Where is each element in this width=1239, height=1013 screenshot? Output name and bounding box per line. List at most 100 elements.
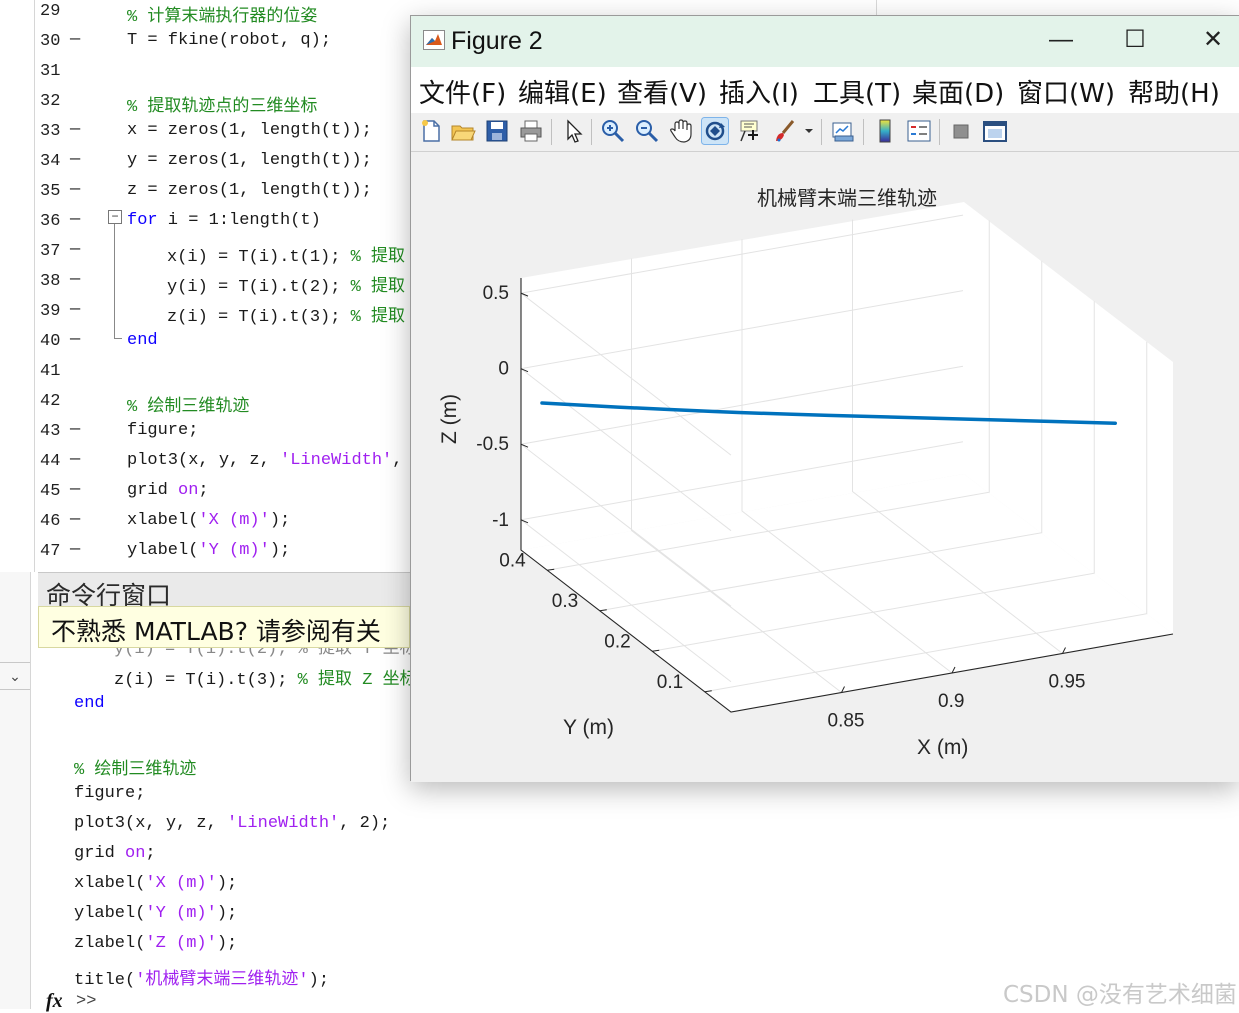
z-tick-label: 0 <box>498 359 509 380</box>
code-token: ); <box>216 874 238 893</box>
getting-started-text: 不熟悉 MATLAB? 请参阅有关 <box>51 617 381 646</box>
code-token: % 提取 Z 坐标 <box>297 671 417 690</box>
open-file-icon[interactable] <box>449 117 477 145</box>
toolbar-separator <box>821 119 822 145</box>
menu-view[interactable]: 查看(V) <box>617 73 707 110</box>
code-token: , 2); <box>339 814 391 833</box>
code-token: y(i) = T(i).t(2); % 提取 Y 坐标 <box>114 648 417 659</box>
zoom-out-icon[interactable] <box>633 117 661 145</box>
menu-help[interactable]: 帮助(H) <box>1128 73 1220 110</box>
link-plot-icon[interactable] <box>829 117 857 145</box>
colorbar-icon[interactable] <box>871 117 899 145</box>
code-token: 'X (m)' <box>198 511 270 530</box>
function-browser-icon[interactable]: fx <box>46 990 63 1013</box>
x-tick-label: 0.9 <box>938 691 964 712</box>
executable-line-marker[interactable]: — <box>70 300 80 319</box>
code-token: title( <box>74 971 136 990</box>
chevron-down-icon[interactable] <box>803 117 815 145</box>
command-prompt[interactable]: >> <box>76 992 96 1011</box>
code-token: 'X (m)' <box>145 874 217 893</box>
code-token: z(i) = T(i).t(3); <box>114 671 298 690</box>
save-icon[interactable] <box>483 117 511 145</box>
zoom-in-icon[interactable] <box>599 117 627 145</box>
code-token: 'Y (m)' <box>145 904 217 923</box>
command-history-line: z(i) = T(i).t(3); % 提取 Z 坐标 <box>114 664 417 690</box>
getting-started-banner: 不熟悉 MATLAB? 请参阅有关 <box>38 606 410 648</box>
code-token: plot3(x, y, z, <box>127 451 281 470</box>
close-button[interactable]: ✕ <box>1193 24 1233 56</box>
maximize-button[interactable]: ☐ <box>1115 24 1155 56</box>
executable-line-marker[interactable]: — <box>70 180 80 199</box>
executable-line-marker[interactable]: — <box>70 150 80 169</box>
code-text: plot3(x, y, z, 'LineWidth', 2 <box>127 451 423 470</box>
code-token: 'LineWidth' <box>227 814 340 833</box>
code-token: figure; <box>74 784 146 803</box>
menu-insert[interactable]: 插入(I) <box>719 73 799 110</box>
side-panel: ⌄ <box>0 572 31 1009</box>
code-token: 'Z (m)' <box>145 934 217 953</box>
menu-desktop[interactable]: 桌面(D) <box>912 73 1004 110</box>
executable-line-marker[interactable]: — <box>70 120 80 139</box>
figure-toolbar <box>411 113 1239 152</box>
pan-icon[interactable] <box>667 117 695 145</box>
axes-area[interactable]: 0.85 0.9 0.95 0.1 0.2 0.3 0.4 0.5 0 -0.5 -1 X (m) Y … <box>411 152 1239 782</box>
executable-line-marker[interactable]: — <box>70 450 80 469</box>
menu-file[interactable]: 文件(F) <box>419 73 506 110</box>
code-token: xlabel( <box>127 511 199 530</box>
minimize-button[interactable]: — <box>1041 24 1081 56</box>
print-icon[interactable] <box>517 117 545 145</box>
plot-3d[interactable]: 0.85 0.9 0.95 0.1 0.2 0.3 0.4 0.5 0 -0.5 -1 X (m) Y … <box>411 152 1239 782</box>
data-cursor-icon[interactable] <box>735 117 763 145</box>
code-token: y = zeros(1, length(t)); <box>127 151 372 170</box>
show-plot-tools-icon[interactable] <box>981 117 1009 145</box>
code-token: ); <box>269 511 291 530</box>
code-token: T = fkine(robot, q); <box>127 31 332 50</box>
code-token: grid <box>127 481 179 500</box>
code-token: ); <box>216 904 238 923</box>
executable-line-marker[interactable]: — <box>70 30 80 49</box>
fold-toggle-icon[interactable]: − <box>108 210 122 224</box>
command-history-line: y(i) = T(i).t(2); % 提取 Y 坐标 <box>114 648 417 662</box>
executable-line-marker[interactable]: — <box>70 420 80 439</box>
pointer-icon[interactable] <box>559 117 587 145</box>
chevron-down-icon[interactable]: ⌄ <box>0 662 30 690</box>
figure-window[interactable]: Figure 2 — ☐ ✕ 文件(F) 编辑(E) 查看(V) 插入(I) 工… <box>410 15 1239 782</box>
executable-line-marker[interactable]: — <box>70 510 80 529</box>
code-text: T = fkine(robot, q); <box>127 31 331 50</box>
command-history-line: % 绘制三维轨迹 <box>74 754 196 780</box>
executable-line-marker[interactable]: — <box>70 540 80 559</box>
executable-line-marker[interactable]: — <box>70 330 80 349</box>
executable-line-marker[interactable]: — <box>70 210 80 229</box>
legend-icon[interactable] <box>905 117 933 145</box>
code-token: x = zeros(1, length(t)); <box>127 121 372 140</box>
line-number: 34 <box>40 152 61 171</box>
code-token: ; <box>145 844 156 863</box>
new-figure-icon[interactable] <box>417 117 445 145</box>
y-tick-label: 0.2 <box>604 631 630 652</box>
executable-line-marker[interactable]: — <box>70 240 80 259</box>
brush-icon[interactable] <box>771 117 799 145</box>
x-axis-label: X (m) <box>917 736 968 759</box>
menu-tools[interactable]: 工具(T) <box>813 73 901 110</box>
line-number: 38 <box>40 272 61 291</box>
code-token: '机械臂末端三维轨迹' <box>135 971 309 990</box>
code-token: z(i) = T(i).t(3); <box>167 308 351 327</box>
x-tick-label: 0.85 <box>828 711 865 732</box>
figure-titlebar[interactable]: Figure 2 — ☐ ✕ <box>411 16 1239 67</box>
rotate-3d-icon[interactable] <box>701 117 729 145</box>
line-number: 37 <box>40 242 61 261</box>
z-tick-label: -0.5 <box>476 434 509 455</box>
executable-line-marker[interactable]: — <box>70 270 80 289</box>
menu-window[interactable]: 窗口(W) <box>1017 73 1115 110</box>
code-text: figure; <box>127 421 198 440</box>
line-number: 30 <box>40 32 61 51</box>
fold-guide-line <box>114 224 115 338</box>
hide-plot-tools-icon[interactable] <box>947 117 975 145</box>
menu-edit[interactable]: 编辑(E) <box>518 73 607 110</box>
line-number: 32 <box>40 92 61 111</box>
line-number: 45 <box>40 482 61 501</box>
executable-line-marker[interactable]: — <box>70 480 80 499</box>
code-text: z = zeros(1, length(t)); <box>127 181 372 200</box>
code-token: % 绘制三维轨迹 <box>127 398 250 417</box>
fold-guide-end <box>114 338 122 339</box>
